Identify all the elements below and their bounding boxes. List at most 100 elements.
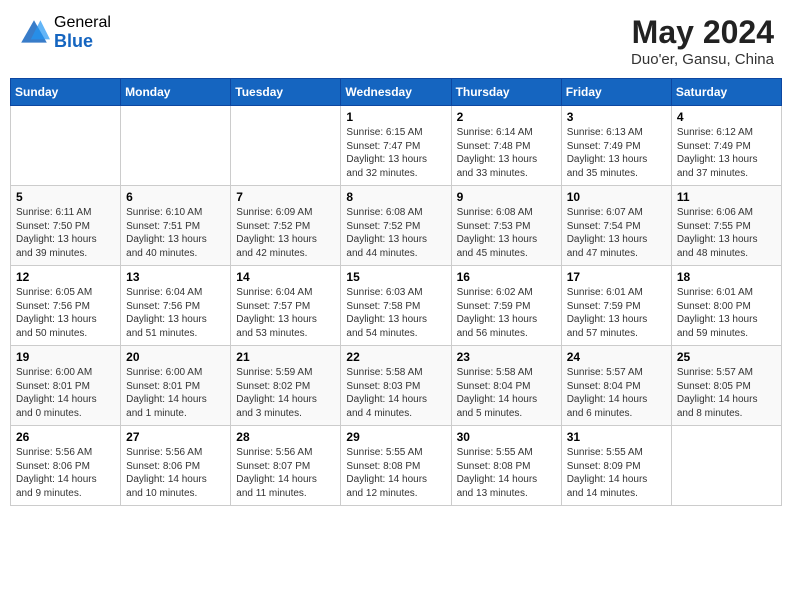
calendar-cell: 2Sunrise: 6:14 AMSunset: 7:48 PMDaylight…: [451, 106, 561, 186]
calendar-cell: 22Sunrise: 5:58 AMSunset: 8:03 PMDayligh…: [341, 346, 451, 426]
calendar-cell: 1Sunrise: 6:15 AMSunset: 7:47 PMDaylight…: [341, 106, 451, 186]
weekday-header-sunday: Sunday: [11, 79, 121, 106]
calendar-cell: 12Sunrise: 6:05 AMSunset: 7:56 PMDayligh…: [11, 266, 121, 346]
day-number: 13: [126, 270, 225, 284]
day-number: 29: [346, 430, 445, 444]
weekday-header-row: SundayMondayTuesdayWednesdayThursdayFrid…: [11, 79, 782, 106]
day-info: Sunrise: 6:13 AMSunset: 7:49 PMDaylight:…: [567, 126, 666, 180]
day-number: 24: [567, 350, 666, 364]
day-number: 23: [457, 350, 556, 364]
logo-text: General Blue: [54, 14, 111, 51]
calendar-cell: 13Sunrise: 6:04 AMSunset: 7:56 PMDayligh…: [121, 266, 231, 346]
month-year: May 2024: [631, 14, 774, 51]
calendar-cell: 27Sunrise: 5:56 AMSunset: 8:06 PMDayligh…: [121, 426, 231, 506]
day-number: 18: [677, 270, 776, 284]
calendar-cell: 30 Sunrise: 5:55 AMSunset: 8:08 PMDayligh…: [451, 426, 561, 506]
day-number: 28: [236, 430, 335, 444]
calendar-week-row: 12Sunrise: 6:05 AMSunset: 7:56 PMDayligh…: [11, 266, 782, 346]
calendar-cell: 6Sunrise: 6:10 AMSunset: 7:51 PMDaylight…: [121, 186, 231, 266]
day-info: Sunrise: 6:08 AMSunset: 7:52 PMDaylight:…: [346, 206, 445, 260]
calendar-cell: 25Sunrise: 5:57 AMSunset: 8:05 PMDayligh…: [671, 346, 781, 426]
day-number: 1: [346, 110, 445, 124]
calendar-cell: 14Sunrise: 6:04 AMSunset: 7:57 PMDayligh…: [231, 266, 341, 346]
day-number: 15: [346, 270, 445, 284]
day-number: 16: [457, 270, 556, 284]
calendar-cell: 16 Sunrise: 6:02 AMSunset: 7:59 PMDayligh…: [451, 266, 561, 346]
calendar-week-row: 26 Sunrise: 5:56 AMSunset: 8:06 PMDayligh…: [11, 426, 782, 506]
day-info: Sunrise: 6:11 AMSunset: 7:50 PMDaylight:…: [16, 206, 115, 260]
logo-icon: [18, 17, 50, 49]
day-info: Sunrise: 6:10 AMSunset: 7:51 PMDaylight:…: [126, 206, 225, 260]
day-info: Sunrise: 6:01 AMSunset: 7:59 PMDaylight:…: [567, 286, 666, 340]
logo: General Blue: [18, 14, 111, 51]
day-number: 26: [16, 430, 115, 444]
day-info: Sunrise: 5:58 AMSunset: 8:03 PMDaylight:…: [346, 366, 445, 420]
weekday-header-thursday: Thursday: [451, 79, 561, 106]
calendar-cell: 8 Sunrise: 6:08 AMSunset: 7:52 PMDaylight…: [341, 186, 451, 266]
calendar-week-row: 19 Sunrise: 6:00 AMSunset: 8:01 PMDayligh…: [11, 346, 782, 426]
day-info: Sunrise: 6:03 AMSunset: 7:58 PMDaylight:…: [346, 286, 445, 340]
calendar-cell: 9 Sunrise: 6:08 AMSunset: 7:53 PMDaylight…: [451, 186, 561, 266]
logo-blue: Blue: [54, 32, 111, 52]
day-info: Sunrise: 5:56 AMSunset: 8:07 PMDaylight:…: [236, 446, 335, 500]
location: Duo'er, Gansu, China: [631, 51, 774, 68]
day-info: Sunrise: 5:58 AMSunset: 8:04 PMDaylight:…: [457, 366, 556, 420]
calendar-cell: 7Sunrise: 6:09 AMSunset: 7:52 PMDaylight…: [231, 186, 341, 266]
day-number: 9: [457, 190, 556, 204]
day-number: 19: [16, 350, 115, 364]
day-number: 3: [567, 110, 666, 124]
calendar-week-row: 1Sunrise: 6:15 AMSunset: 7:47 PMDaylight…: [11, 106, 782, 186]
day-number: 10: [567, 190, 666, 204]
day-number: 30: [457, 430, 556, 444]
day-number: 5: [16, 190, 115, 204]
day-info: Sunrise: 6:00 AMSunset: 8:01 PMDaylight:…: [16, 366, 115, 420]
calendar-cell: 28 Sunrise: 5:56 AMSunset: 8:07 PMDayligh…: [231, 426, 341, 506]
logo-general: General: [54, 14, 111, 32]
day-number: 7: [236, 190, 335, 204]
calendar-cell: 31 Sunrise: 5:55 AMSunset: 8:09 PMDayligh…: [561, 426, 671, 506]
page-header: General Blue May 2024 Duo'er, Gansu, Chi…: [10, 10, 782, 72]
calendar-cell: 15 Sunrise: 6:03 AMSunset: 7:58 PMDayligh…: [341, 266, 451, 346]
day-number: 4: [677, 110, 776, 124]
day-info: Sunrise: 6:06 AMSunset: 7:55 PMDaylight:…: [677, 206, 776, 260]
weekday-header-saturday: Saturday: [671, 79, 781, 106]
calendar-cell: 26 Sunrise: 5:56 AMSunset: 8:06 PMDayligh…: [11, 426, 121, 506]
day-number: 25: [677, 350, 776, 364]
calendar-cell: 29 Sunrise: 5:55 AMSunset: 8:08 PMDayligh…: [341, 426, 451, 506]
day-info: Sunrise: 5:56 AMSunset: 8:06 PMDaylight:…: [16, 446, 115, 500]
calendar-cell: 11Sunrise: 6:06 AMSunset: 7:55 PMDayligh…: [671, 186, 781, 266]
day-info: Sunrise: 6:07 AMSunset: 7:54 PMDaylight:…: [567, 206, 666, 260]
day-info: Sunrise: 6:14 AMSunset: 7:48 PMDaylight:…: [457, 126, 556, 180]
day-info: Sunrise: 6:08 AMSunset: 7:53 PMDaylight:…: [457, 206, 556, 260]
day-info: Sunrise: 5:55 AMSunset: 8:09 PMDaylight:…: [567, 446, 666, 500]
day-info: Sunrise: 5:55 AMSunset: 8:08 PMDaylight:…: [346, 446, 445, 500]
day-number: 31: [567, 430, 666, 444]
day-number: 20: [126, 350, 225, 364]
calendar-week-row: 5 Sunrise: 6:11 AMSunset: 7:50 PMDaylight…: [11, 186, 782, 266]
calendar-table: SundayMondayTuesdayWednesdayThursdayFrid…: [10, 78, 782, 506]
weekday-header-friday: Friday: [561, 79, 671, 106]
calendar-cell: 24Sunrise: 5:57 AMSunset: 8:04 PMDayligh…: [561, 346, 671, 426]
calendar-cell: [121, 106, 231, 186]
calendar-cell: [11, 106, 121, 186]
day-number: 14: [236, 270, 335, 284]
day-number: 21: [236, 350, 335, 364]
calendar-cell: 5 Sunrise: 6:11 AMSunset: 7:50 PMDaylight…: [11, 186, 121, 266]
weekday-header-tuesday: Tuesday: [231, 79, 341, 106]
day-number: 8: [346, 190, 445, 204]
weekday-header-monday: Monday: [121, 79, 231, 106]
calendar-cell: 18Sunrise: 6:01 AMSunset: 8:00 PMDayligh…: [671, 266, 781, 346]
day-info: Sunrise: 5:59 AMSunset: 8:02 PMDaylight:…: [236, 366, 335, 420]
day-info: Sunrise: 5:55 AMSunset: 8:08 PMDaylight:…: [457, 446, 556, 500]
weekday-header-wednesday: Wednesday: [341, 79, 451, 106]
calendar-cell: [231, 106, 341, 186]
day-info: Sunrise: 5:56 AMSunset: 8:06 PMDaylight:…: [126, 446, 225, 500]
calendar-cell: 4Sunrise: 6:12 AMSunset: 7:49 PMDaylight…: [671, 106, 781, 186]
day-number: 12: [16, 270, 115, 284]
calendar-cell: 19 Sunrise: 6:00 AMSunset: 8:01 PMDayligh…: [11, 346, 121, 426]
day-info: Sunrise: 6:00 AMSunset: 8:01 PMDaylight:…: [126, 366, 225, 420]
calendar-cell: 20 Sunrise: 6:00 AMSunset: 8:01 PMDayligh…: [121, 346, 231, 426]
calendar-cell: 17Sunrise: 6:01 AMSunset: 7:59 PMDayligh…: [561, 266, 671, 346]
day-info: Sunrise: 6:02 AMSunset: 7:59 PMDaylight:…: [457, 286, 556, 340]
calendar-cell: 10 Sunrise: 6:07 AMSunset: 7:54 PMDayligh…: [561, 186, 671, 266]
